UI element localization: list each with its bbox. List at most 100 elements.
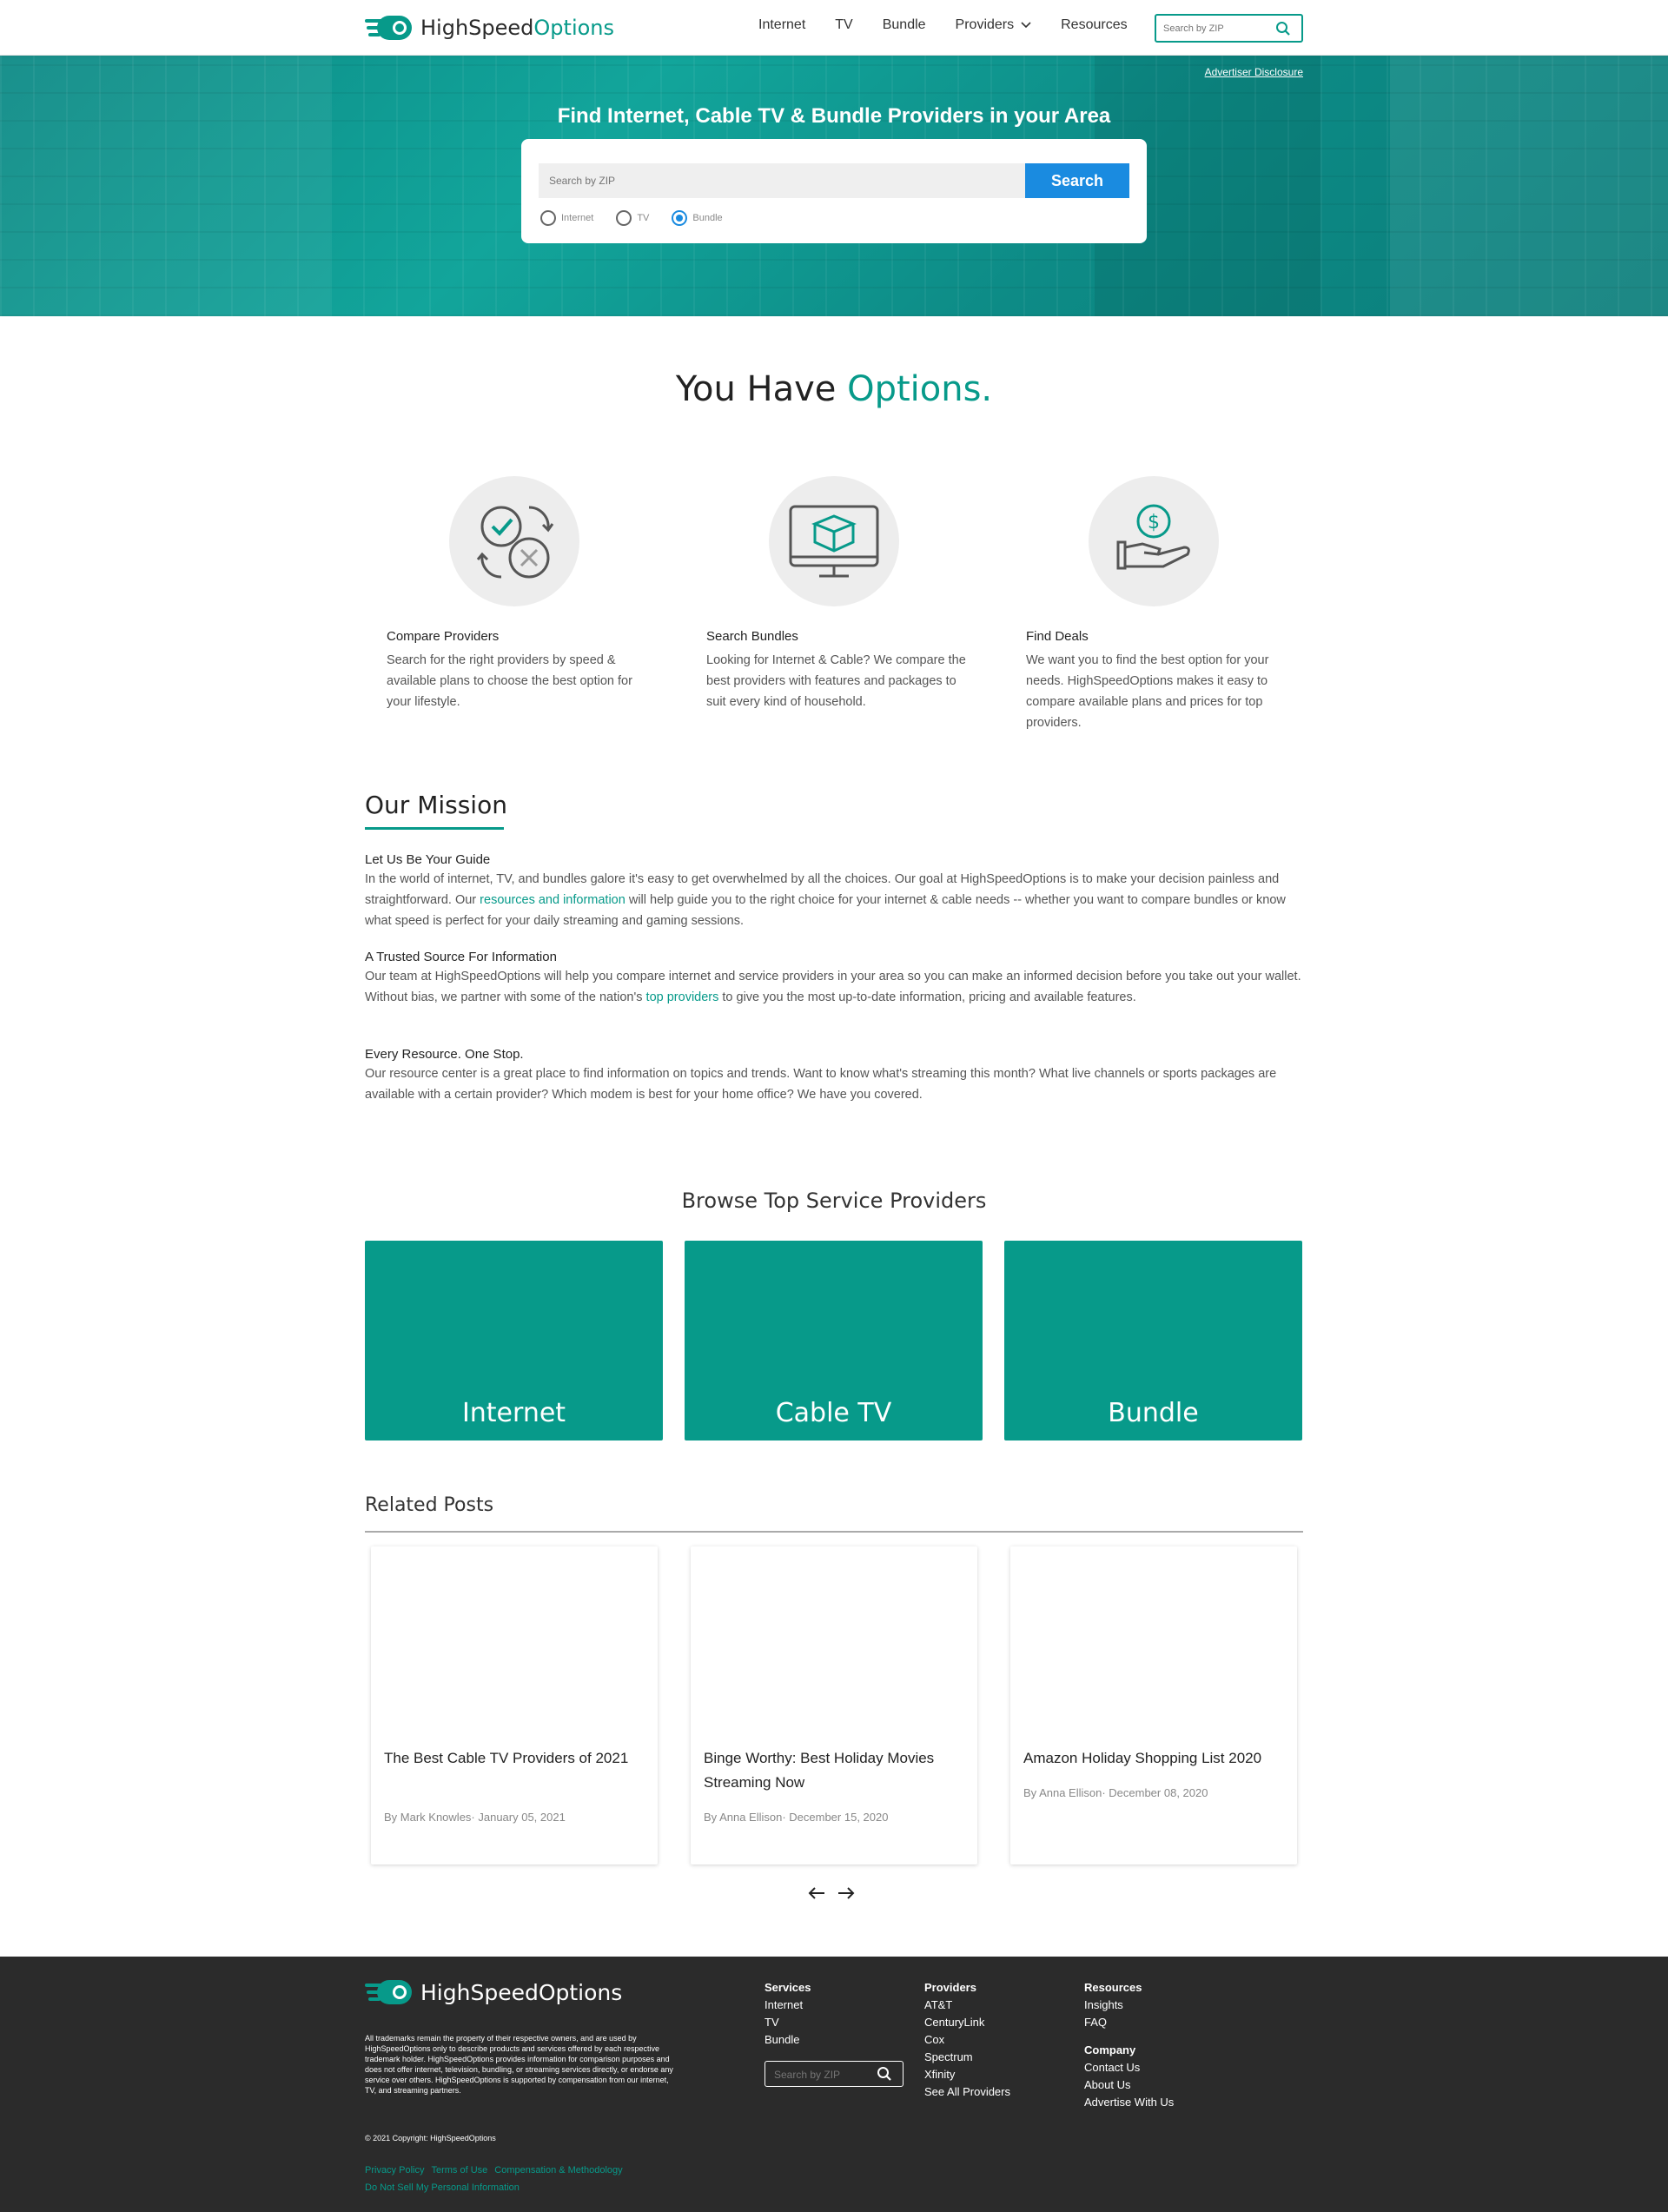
footer-search: [764, 2061, 904, 2087]
radio-bundle[interactable]: Bundle: [672, 210, 723, 226]
mission-text: to give you the most up-to-date informat…: [718, 990, 1136, 1004]
browse-tile-internet[interactable]: Internet: [365, 1241, 663, 1440]
nav-item-providers[interactable]: Providers: [956, 17, 1032, 33]
feature-title: Find Deals: [1026, 629, 1089, 644]
footer-link-cox[interactable]: Cox: [924, 2033, 944, 2046]
footer-col-resources: Resources Insights FAQ Company Contact U…: [1084, 1979, 1174, 2111]
post-card[interactable]: Binge Worthy: Best Holiday Movies Stream…: [691, 1546, 977, 1864]
site-footer: HighSpeedOptions All trademarks remain t…: [0, 1957, 1668, 2212]
nav-item-providers-label: Providers: [955, 17, 1015, 32]
hero-search-button[interactable]: Search: [1025, 163, 1129, 198]
browse-tile-cable-tv[interactable]: Cable TV: [685, 1241, 983, 1440]
related-posts-title: Related Posts: [365, 1494, 494, 1516]
post-title: The Best Cable TV Providers of 2021: [384, 1750, 629, 1766]
svg-text:$: $: [1148, 512, 1160, 533]
privacy-policy-link[interactable]: Privacy Policy: [365, 2165, 424, 2176]
logo-text-accent: Options: [533, 16, 615, 40]
feature-text: We want you to find the best option for …: [1026, 653, 1269, 730]
radio-circle-selected: [672, 210, 688, 226]
site-header: HighSpeedOptions Internet TV Bundle Prov…: [0, 0, 1668, 56]
footer-col-heading: Providers: [924, 1981, 976, 1994]
tile-label: Internet: [461, 1398, 566, 1428]
compensation-link[interactable]: Compensation & Methodology: [494, 2165, 622, 2176]
resources-link[interactable]: resources and information: [480, 893, 626, 907]
footer-col-providers: Providers AT&T CenturyLink Cox Spectrum …: [924, 1979, 1010, 2101]
post-card[interactable]: Amazon Holiday Shopping List 2020 By Ann…: [1010, 1546, 1297, 1864]
radio-circle: [616, 210, 632, 226]
footer-logo[interactable]: HighSpeedOptions: [365, 1979, 622, 2005]
footer-col-services: Services Internet TV Bundle: [764, 1979, 811, 2049]
hero-title: Find Internet, Cable TV & Bundle Provide…: [557, 104, 1111, 128]
footer-link-advertise[interactable]: Advertise With Us: [1084, 2096, 1174, 2109]
nav-item-tv[interactable]: TV: [835, 17, 852, 33]
logo-icon: [365, 1980, 412, 2004]
post-title: Amazon Holiday Shopping List 2020: [1023, 1750, 1262, 1766]
footer-link-faq[interactable]: FAQ: [1084, 2016, 1107, 2029]
footer-col-heading: Services: [764, 1981, 811, 1994]
footer-col-heading: Resources: [1084, 1981, 1142, 1994]
search-icon[interactable]: [877, 2066, 892, 2086]
feature-text: Looking for Internet & Cable? We compare…: [706, 653, 966, 709]
footer-link-contact-us[interactable]: Contact Us: [1084, 2061, 1140, 2074]
nav-item-internet[interactable]: Internet: [758, 17, 805, 33]
do-not-sell-link[interactable]: Do Not Sell My Personal Information: [365, 2182, 520, 2193]
footer-link-tv[interactable]: TV: [764, 2016, 779, 2029]
header-zip-input[interactable]: [1163, 21, 1268, 36]
mission-block-resources: Every Resource. One Stop. Our resource c…: [365, 1047, 1303, 1105]
footer-link-xfinity[interactable]: Xfinity: [924, 2068, 955, 2081]
options-title: You Have Options.: [0, 369, 1668, 409]
footer-disclaimer: All trademarks remain the property of th…: [365, 2034, 673, 2095]
footer-link-att[interactable]: AT&T: [924, 1998, 952, 2011]
logo-icon: [365, 15, 414, 41]
top-providers-link[interactable]: top providers: [646, 990, 719, 1004]
footer-legal-links: Privacy Policy Terms of Use Compensation &…: [365, 2162, 623, 2196]
post-title: Binge Worthy: Best Holiday Movies Stream…: [704, 1750, 935, 1791]
footer-link-bundle[interactable]: Bundle: [764, 2033, 799, 2046]
hand-dollar-icon: $: [1089, 476, 1219, 606]
radio-label: TV: [637, 213, 650, 223]
footer-link-internet[interactable]: Internet: [764, 1998, 803, 2011]
options-title-accent: Options.: [847, 369, 993, 409]
browse-title: Browse Top Service Providers: [681, 1189, 987, 1213]
post-card[interactable]: The Best Cable TV Providers of 2021 By M…: [371, 1546, 658, 1864]
feature-title: Compare Providers: [387, 629, 500, 644]
hero-zip-input[interactable]: [539, 163, 1025, 198]
radio-label: Internet: [561, 213, 594, 223]
nav-item-resources[interactable]: Resources: [1061, 17, 1127, 33]
arrow-right-icon[interactable]: [837, 1887, 855, 1904]
nav-item-bundle[interactable]: Bundle: [883, 17, 926, 33]
logo-text-main: HighSpeed: [420, 16, 534, 40]
footer-link-centurylink[interactable]: CenturyLink: [924, 2016, 984, 2029]
mission-block-heading: Let Us Be Your Guide: [365, 852, 491, 867]
footer-link-about-us[interactable]: About Us: [1084, 2078, 1130, 2091]
browse-tile-bundle[interactable]: Bundle: [1004, 1241, 1302, 1440]
footer-col-heading: Company: [1084, 2043, 1136, 2056]
post-meta: By Anna Ellison· December 15, 2020: [704, 1811, 889, 1824]
main-nav: Internet TV Bundle Providers Resources: [758, 17, 1157, 33]
mission-block-text: Our resource center is a great place to …: [365, 1067, 1277, 1102]
feature-text: Search for the right providers by speed …: [387, 653, 632, 709]
monitor-box-icon: [769, 476, 899, 606]
footer-link-insights[interactable]: Insights: [1084, 1998, 1123, 2011]
radio-tv[interactable]: TV: [616, 210, 649, 226]
divider: [365, 1531, 1303, 1533]
mission-block-heading: Every Resource. One Stop.: [365, 1047, 524, 1062]
radio-internet[interactable]: Internet: [540, 210, 593, 226]
search-icon[interactable]: [1275, 21, 1291, 41]
arrow-left-icon[interactable]: [808, 1887, 825, 1904]
compare-icon: [449, 476, 579, 606]
site-logo[interactable]: HighSpeedOptions: [365, 14, 614, 42]
mission-block-heading: A Trusted Source For Information: [365, 950, 557, 964]
terms-of-use-link[interactable]: Terms of Use: [431, 2165, 487, 2176]
mission-block-text: Our team at HighSpeedOptions will help y…: [365, 966, 1303, 1008]
advertiser-disclosure-link[interactable]: Advertiser Disclosure: [1205, 66, 1303, 78]
post-meta: By Anna Ellison· December 08, 2020: [1023, 1786, 1208, 1799]
options-title-main: You Have: [675, 369, 848, 409]
footer-link-spectrum[interactable]: Spectrum: [924, 2050, 973, 2063]
radio-circle: [540, 210, 556, 226]
tile-label: Cable TV: [775, 1398, 892, 1428]
footer-link-see-all-providers[interactable]: See All Providers: [924, 2085, 1010, 2098]
post-meta: By Mark Knowles· January 05, 2021: [384, 1811, 566, 1824]
radio-label: Bundle: [692, 213, 723, 223]
footer-zip-input[interactable]: [774, 2068, 870, 2082]
